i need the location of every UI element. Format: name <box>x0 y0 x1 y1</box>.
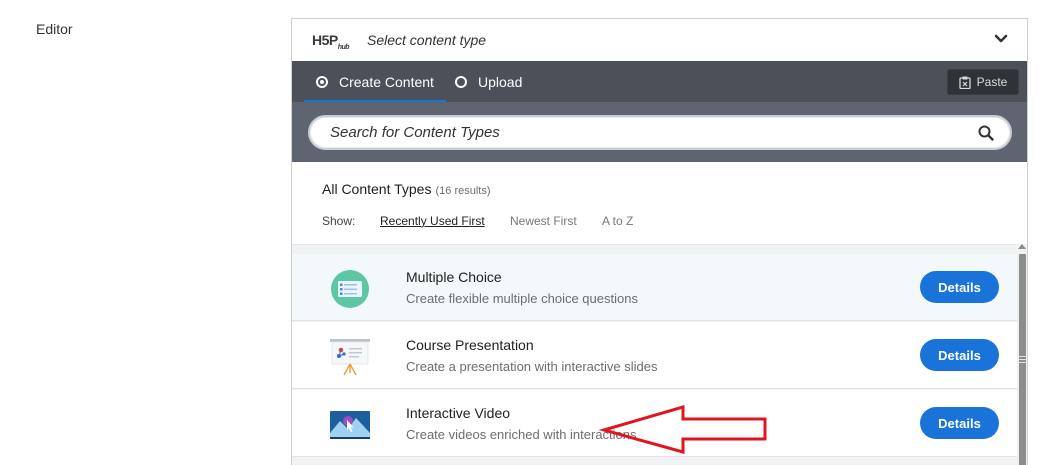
multiple-choice-icon <box>331 270 369 308</box>
item-description: Create a presentation with interactive s… <box>406 359 658 374</box>
editor-label: Editor <box>36 21 73 37</box>
h5p-hub-logo: H5Phub <box>312 32 350 51</box>
list-item-interactive-video[interactable]: Interactive Video Create videos enriched… <box>292 390 1017 457</box>
item-title: Interactive Video <box>406 405 511 421</box>
item-title: Course Presentation <box>406 337 534 353</box>
radio-checked-icon <box>316 75 328 88</box>
tab-create-content[interactable]: Create Content <box>304 61 446 102</box>
details-button[interactable]: Details <box>920 271 999 303</box>
item-title: Multiple Choice <box>406 269 502 285</box>
clipboard-icon <box>959 76 971 89</box>
search-input[interactable] <box>330 124 950 141</box>
details-button[interactable]: Details <box>920 339 999 371</box>
filter-panel: All Content Types (16 results) Show: Rece… <box>292 162 1027 244</box>
item-description: Create videos enriched with interactions <box>406 427 637 442</box>
results-heading: All Content Types (16 results) <box>322 181 491 197</box>
list-item-course-presentation[interactable]: Course Presentation Create a presentatio… <box>292 322 1017 389</box>
tab-upload[interactable]: Upload <box>455 61 522 102</box>
search-bar <box>292 102 1027 162</box>
content-type-list: Multiple Choice Create flexible multiple… <box>292 244 1017 465</box>
paste-label: Paste <box>976 75 1008 89</box>
details-button[interactable]: Details <box>920 407 999 439</box>
chevron-down-icon[interactable] <box>993 31 1009 47</box>
sort-a-to-z[interactable]: A to Z <box>602 214 633 228</box>
radio-unchecked-icon <box>455 75 467 88</box>
show-label: Show: <box>322 214 356 228</box>
item-description: Create flexible multiple choice question… <box>406 291 638 306</box>
h5p-hub-panel: H5Phub Select content type Create Conten… <box>291 18 1028 465</box>
scrollbar-grip-icon <box>1019 356 1026 363</box>
results-count: (16 results) <box>435 185 491 197</box>
hub-title: Select content type <box>367 32 487 48</box>
hub-tabbar: Create Content Upload Paste <box>292 61 1027 102</box>
interactive-video-icon <box>330 411 370 439</box>
list-scrollbar[interactable] <box>1017 244 1027 465</box>
tab-create-content-label: Create Content <box>339 73 434 90</box>
tab-upload-label: Upload <box>478 73 523 90</box>
sort-newest-first[interactable]: Newest First <box>510 214 577 228</box>
course-presentation-icon <box>330 339 370 376</box>
search-icon[interactable] <box>978 125 994 141</box>
paste-button[interactable]: Paste <box>947 69 1019 95</box>
hub-header[interactable]: H5Phub Select content type <box>292 19 1027 61</box>
results-title: All Content Types <box>322 181 432 197</box>
list-item-multiple-choice[interactable]: Multiple Choice Create flexible multiple… <box>292 254 1017 321</box>
sort-recently-used[interactable]: Recently Used First <box>380 214 485 228</box>
scroll-up-arrow-icon[interactable] <box>1018 244 1026 249</box>
search-box[interactable] <box>308 115 1012 150</box>
